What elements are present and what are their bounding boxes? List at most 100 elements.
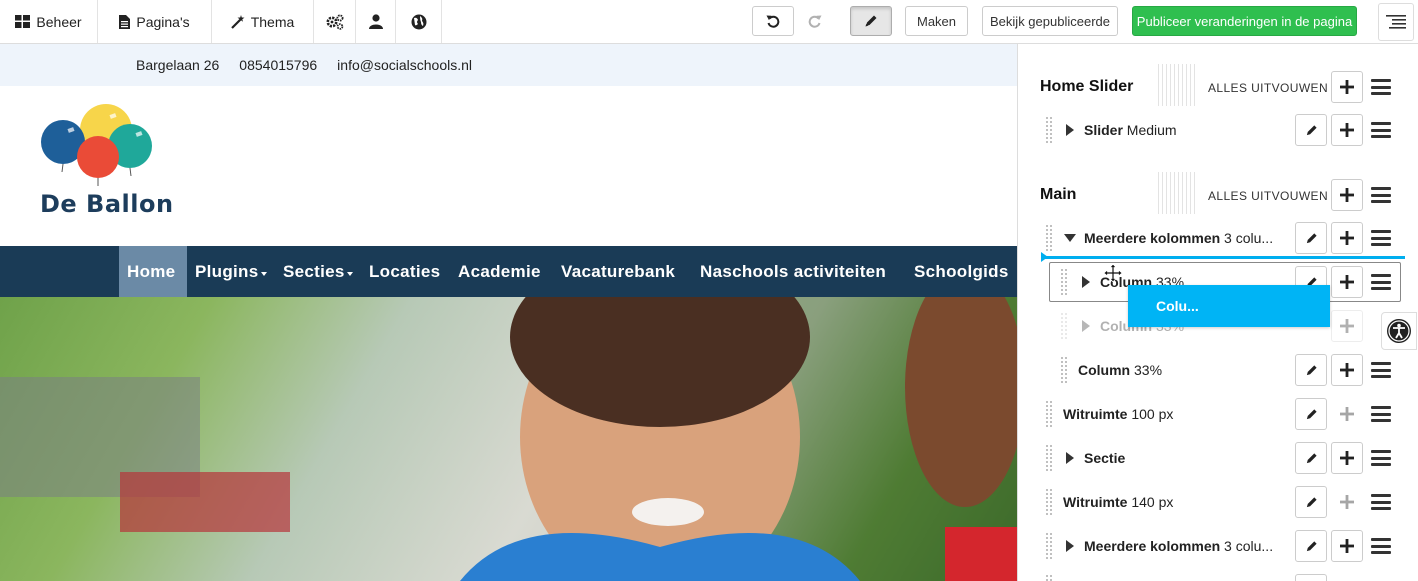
- drag-handle-icon[interactable]: [1060, 356, 1068, 384]
- add-button[interactable]: [1331, 354, 1363, 386]
- row-menu-icon[interactable]: [1371, 406, 1391, 422]
- nav-schoolgids[interactable]: Schoolgids: [914, 246, 1009, 297]
- pencil-icon: [1306, 408, 1317, 419]
- drag-handle-icon[interactable]: [1045, 224, 1053, 252]
- block-label: Slider Medium: [1084, 122, 1177, 138]
- nav-academie[interactable]: Academie: [458, 246, 541, 297]
- collapse-arrow-icon[interactable]: [1064, 234, 1076, 242]
- thema-menu[interactable]: Thema: [212, 0, 314, 43]
- cogs-icon: [326, 14, 343, 30]
- website-button[interactable]: [396, 0, 442, 43]
- edit-mode-button[interactable]: [850, 6, 892, 36]
- nav-secties[interactable]: Secties: [283, 246, 353, 297]
- publish-label: Publiceer veranderingen in de pagina: [1136, 13, 1353, 29]
- drag-ghost: Colu...: [1128, 285, 1330, 327]
- globe-icon: [411, 14, 426, 29]
- align-right-menu-icon: [1386, 15, 1406, 29]
- home-slider-menu-icon[interactable]: [1371, 79, 1391, 95]
- row-menu-icon[interactable]: [1371, 122, 1391, 138]
- add-button[interactable]: [1331, 530, 1363, 562]
- panel-toggle-button[interactable]: [1378, 3, 1414, 41]
- drag-handle-icon[interactable]: [1045, 444, 1053, 472]
- list-item[interactable]: Witruimte 140 px: [1018, 480, 1418, 524]
- nav-home[interactable]: Home: [119, 246, 187, 297]
- nav-locaties[interactable]: Locaties: [369, 246, 440, 297]
- main-title: Main: [1040, 186, 1077, 203]
- row-menu-icon[interactable]: [1371, 538, 1391, 554]
- undo-button[interactable]: [752, 6, 794, 36]
- redo-icon: [808, 15, 822, 28]
- editor-toolbar: Beheer Pagina's Thema Maken Bekijk gepub…: [0, 0, 1418, 44]
- user-button[interactable]: [356, 0, 396, 43]
- main-expand-all[interactable]: ALLES UITVOUWEN: [1208, 189, 1328, 203]
- caret-down-icon: [260, 271, 267, 276]
- row-menu-icon[interactable]: [1371, 494, 1391, 510]
- nav-vacaturebank[interactable]: Vacaturebank: [561, 246, 675, 297]
- nav-plugins[interactable]: Plugins: [195, 246, 267, 297]
- row-menu-icon[interactable]: [1371, 362, 1391, 378]
- edit-button[interactable]: [1295, 354, 1327, 386]
- magic-wand-icon: [230, 14, 245, 29]
- plus-icon: [1340, 319, 1354, 333]
- main-menu-icon[interactable]: [1371, 187, 1391, 203]
- edit-button[interactable]: [1295, 530, 1327, 562]
- edit-button[interactable]: [1295, 398, 1327, 430]
- drag-handle-icon[interactable]: [1060, 312, 1068, 340]
- caret-down-icon: [346, 271, 353, 276]
- main-add-button[interactable]: [1331, 179, 1363, 211]
- home-slider-expand-all[interactable]: ALLES UITVOUWEN: [1208, 81, 1328, 95]
- drag-handle-icon[interactable]: [1045, 532, 1053, 560]
- drag-handle-icon[interactable]: [1045, 400, 1053, 428]
- expand-arrow-icon[interactable]: [1066, 124, 1074, 136]
- accessibility-icon: [1387, 319, 1411, 343]
- list-item[interactable]: Meerdere kolommen 3 colu...: [1018, 524, 1418, 568]
- edit-button[interactable]: [1295, 222, 1327, 254]
- maken-button[interactable]: Maken: [905, 6, 968, 36]
- plus-icon: [1340, 407, 1354, 421]
- drag-handle-icon[interactable]: [1045, 574, 1053, 581]
- home-slider-add-button[interactable]: [1331, 71, 1363, 103]
- settings-button[interactable]: [314, 0, 356, 43]
- add-button[interactable]: [1331, 486, 1363, 518]
- add-button[interactable]: [1331, 442, 1363, 474]
- add-button[interactable]: [1331, 310, 1363, 342]
- list-item[interactable]: Slider Medium: [1018, 108, 1418, 152]
- edit-button[interactable]: [1295, 114, 1327, 146]
- edit-button[interactable]: [1295, 442, 1327, 474]
- add-button[interactable]: [1331, 398, 1363, 430]
- paginas-menu[interactable]: Pagina's: [98, 0, 212, 43]
- grid-icon: [15, 15, 31, 28]
- accessibility-button[interactable]: [1381, 312, 1417, 350]
- row-menu-icon[interactable]: [1371, 450, 1391, 466]
- row-menu-icon[interactable]: [1371, 230, 1391, 246]
- block-label: Column 33%: [1078, 362, 1163, 378]
- nav-naschools[interactable]: Naschools activiteiten: [700, 246, 886, 297]
- publish-button[interactable]: Publiceer veranderingen in de pagina: [1132, 6, 1357, 36]
- list-item[interactable]: Column 33%: [1018, 348, 1418, 392]
- bekijk-gepubliceerde-button[interactable]: Bekijk gepubliceerde: [982, 6, 1118, 36]
- add-button[interactable]: [1331, 114, 1363, 146]
- redo-button[interactable]: [794, 6, 836, 36]
- block-label: Witruimte 100 px: [1063, 406, 1174, 422]
- nav-naschools-label: Naschools activiteiten: [700, 261, 887, 281]
- expand-arrow-icon[interactable]: [1066, 452, 1074, 464]
- block-label: Meerdere kolommen 3 colu...: [1084, 230, 1274, 246]
- add-button[interactable]: [1331, 222, 1363, 254]
- email-link[interactable]: info@socialschools.nl: [337, 57, 472, 73]
- pencil-icon: [865, 15, 877, 27]
- plus-icon: [1340, 188, 1354, 202]
- list-item[interactable]: Meerdere kolommen 3 colu...: [1018, 216, 1418, 260]
- expand-arrow-icon[interactable]: [1066, 540, 1074, 552]
- hero-photo: [0, 297, 1017, 581]
- edit-button[interactable]: [1295, 486, 1327, 518]
- drag-handle-icon[interactable]: [1045, 116, 1053, 144]
- beheer-menu[interactable]: Beheer: [0, 0, 98, 43]
- expand-arrow-icon[interactable]: [1082, 320, 1090, 332]
- drag-handle-icon[interactable]: [1045, 488, 1053, 516]
- plus-icon: [1340, 80, 1354, 94]
- file-icon: [119, 14, 131, 29]
- edit-button[interactable]: [1295, 574, 1327, 581]
- list-item[interactable]: Witruimte 100 px: [1018, 392, 1418, 436]
- balloons-logo-icon[interactable]: [38, 102, 158, 188]
- list-item[interactable]: Sectie: [1018, 436, 1418, 480]
